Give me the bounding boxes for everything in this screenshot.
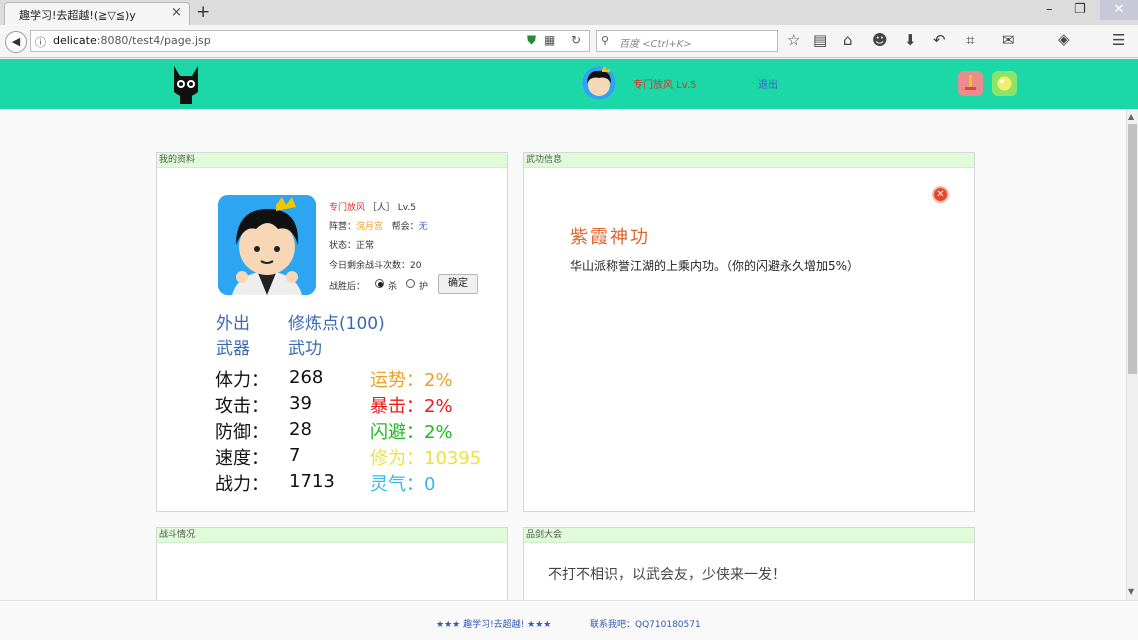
search-bar[interactable]: ⚲ 百度 <Ctrl+K> bbox=[596, 30, 778, 52]
substat-label: 修为： bbox=[370, 448, 424, 469]
substat-label: 运势： bbox=[370, 370, 424, 391]
substat: 运势：2% bbox=[370, 366, 453, 392]
guild-value[interactable]: 无 bbox=[419, 222, 428, 232]
battle-panel-title: 战斗情况 bbox=[157, 528, 507, 543]
minimize-button[interactable]: – bbox=[1046, 2, 1053, 17]
download-icon[interactable]: ⬇ bbox=[904, 31, 917, 49]
extension-icon[interactable]: ◈ bbox=[1058, 30, 1070, 48]
scrollbar-thumb[interactable] bbox=[1128, 124, 1137, 374]
stat-label: 体力： bbox=[215, 370, 269, 391]
logout-link[interactable]: 退出 bbox=[758, 76, 778, 91]
stat-label: 速度： bbox=[215, 448, 269, 469]
camp-line: 阵营：浣月宫 帮会：无 bbox=[329, 219, 428, 232]
home-icon[interactable]: ⌂ bbox=[843, 31, 853, 49]
scroll-up-icon[interactable]: ▲ bbox=[1128, 112, 1134, 121]
protect-radio[interactable] bbox=[406, 279, 415, 288]
navigation-toolbar: ◀ ⓘ delicate:8080/test4/page.jsp ⛊ ▦ ↻ ⚲… bbox=[0, 25, 1138, 58]
skill-panel-title: 武功信息 bbox=[524, 153, 974, 168]
footer bbox=[0, 600, 1138, 640]
kill-option-label: 杀 bbox=[388, 282, 398, 292]
protect-option-label: 护 bbox=[419, 282, 429, 292]
search-placeholder: 百度 <Ctrl+K> bbox=[619, 39, 692, 50]
guild-label: 帮会： bbox=[391, 222, 419, 232]
search-icon: ⚲ bbox=[601, 34, 610, 47]
profile-avatar bbox=[218, 195, 316, 295]
substat-value: 2% bbox=[424, 422, 453, 443]
window-close-button[interactable]: ✕ bbox=[1100, 0, 1138, 20]
stat-label: 防御： bbox=[215, 422, 269, 443]
player-race: ［人］ bbox=[367, 203, 395, 213]
substat-label: 灵气： bbox=[370, 474, 424, 495]
sword-meet-motto: 不打不相识，以武会友，少侠来一发！ bbox=[548, 567, 786, 583]
training-points-link[interactable]: 修炼点(100) bbox=[288, 309, 385, 334]
substat-label: 闪避： bbox=[370, 422, 424, 443]
sword-meet-panel-title: 品剑大会 bbox=[524, 528, 974, 543]
new-tab-button[interactable]: + bbox=[196, 2, 210, 22]
stat-value: 268 bbox=[289, 367, 324, 388]
header-username[interactable]: 专门放风 Lv.5 bbox=[633, 76, 696, 91]
undo-icon[interactable]: ↶ bbox=[933, 31, 946, 49]
reading-list-icon[interactable]: ▤ bbox=[813, 31, 827, 49]
tab-close-icon[interactable]: × bbox=[171, 5, 182, 20]
url-text: delicate:8080/test4/page.jsp bbox=[53, 34, 211, 47]
crop-icon[interactable]: ⌗ bbox=[966, 31, 974, 49]
weapon-link[interactable]: 武器 bbox=[216, 334, 250, 359]
substat-value: 2% bbox=[424, 370, 453, 391]
url-bar[interactable]: ⓘ delicate:8080/test4/page.jsp ⛊ ▦ ↻ bbox=[30, 30, 590, 52]
kill-radio[interactable] bbox=[375, 279, 384, 288]
after-win-label: 战胜后： bbox=[329, 282, 366, 292]
star-icon[interactable]: ☆ bbox=[787, 31, 800, 49]
qr-code-icon[interactable]: ▦ bbox=[544, 33, 555, 47]
player-name: 专门放风 bbox=[329, 203, 366, 213]
stat-label: 战力： bbox=[215, 474, 269, 495]
status-line: 状态：正常 bbox=[329, 238, 374, 251]
scroll-down-icon[interactable]: ▼ bbox=[1128, 587, 1134, 596]
stat-value: 39 bbox=[289, 393, 312, 414]
substat-value: 10395 bbox=[424, 448, 482, 469]
sword-icon[interactable] bbox=[958, 71, 983, 96]
back-button[interactable]: ◀ bbox=[5, 31, 27, 53]
site-info-icon[interactable]: ⓘ bbox=[35, 34, 46, 50]
profile-panel-title: 我的资料 bbox=[157, 153, 507, 168]
close-icon[interactable]: ✕ bbox=[932, 186, 949, 203]
substat-value: 2% bbox=[424, 396, 453, 417]
status-value: 正常 bbox=[356, 241, 375, 251]
message-icon[interactable]: ✉ bbox=[1002, 31, 1015, 49]
stat-value: 28 bbox=[289, 419, 312, 440]
footer-slogan: ★★★ 趣学习!去超越! ★★★ bbox=[436, 620, 552, 630]
camp-label: 阵营： bbox=[329, 222, 357, 232]
substat-value: 0 bbox=[424, 474, 436, 495]
stat-value: 1713 bbox=[289, 471, 335, 492]
cat-logo-icon[interactable] bbox=[170, 62, 202, 106]
player-level: Lv.5 bbox=[397, 203, 417, 213]
restore-button[interactable]: ❐ bbox=[1074, 2, 1086, 17]
skill-name: 紫霞神功 bbox=[570, 227, 650, 248]
profile-name-line: 专门放风 ［人］ Lv.5 bbox=[329, 200, 416, 213]
reload-icon[interactable]: ↻ bbox=[571, 33, 581, 47]
avatar[interactable] bbox=[582, 66, 616, 100]
tab-title: 趣学习!去超越!(≧▽≦)y bbox=[19, 9, 136, 22]
go-out-link[interactable]: 外出 bbox=[216, 309, 250, 334]
stat-label: 攻击： bbox=[215, 396, 269, 417]
martial-skill-link[interactable]: 武功 bbox=[288, 334, 322, 359]
shield-icon[interactable]: ⛊ bbox=[527, 33, 536, 48]
skill-description: 华山派称誉江湖的上乘内功。（你的闪避永久增加5%） bbox=[570, 259, 860, 273]
chat-icon[interactable]: ☻ bbox=[872, 31, 888, 49]
confirm-button[interactable]: 确定 bbox=[438, 274, 478, 294]
browser-tab[interactable]: 趣学习!去超越!(≧▽≦)y × bbox=[4, 2, 190, 25]
substat: 暴击：2% bbox=[370, 392, 453, 418]
footer-contact[interactable]: 联系我吧：QQ710180571 bbox=[590, 617, 701, 630]
substat: 修为：10395 bbox=[370, 444, 481, 470]
substat: 闪避：2% bbox=[370, 418, 453, 444]
stat-value: 7 bbox=[289, 445, 301, 466]
menu-icon[interactable]: ☰ bbox=[1112, 31, 1125, 49]
substat: 灵气：0 bbox=[370, 470, 435, 496]
battles-left: 今日剩余战斗次数：20 bbox=[329, 261, 422, 271]
skill-panel: 武功信息 bbox=[523, 152, 975, 512]
substat-label: 暴击： bbox=[370, 396, 424, 417]
gem-icon[interactable] bbox=[992, 71, 1017, 96]
status-label: 状态： bbox=[329, 241, 357, 251]
camp-value[interactable]: 浣月宫 bbox=[356, 222, 383, 232]
